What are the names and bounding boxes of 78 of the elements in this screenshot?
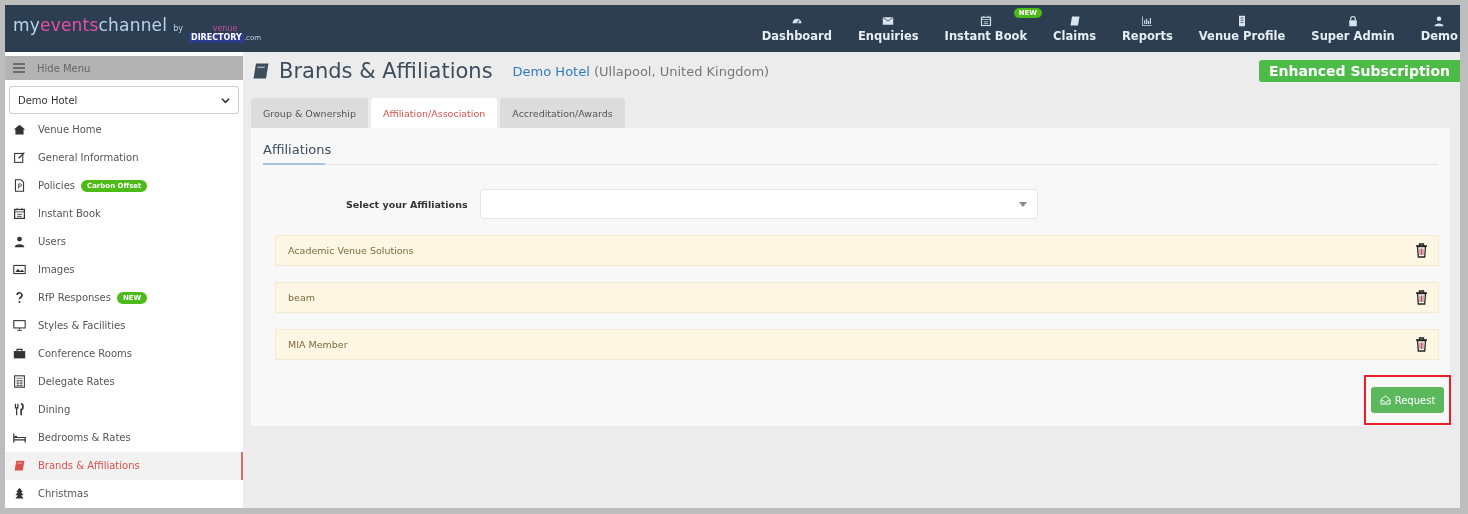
- chevron-down-icon: [221, 95, 230, 105]
- tab[interactable]: Group & Ownership: [251, 98, 369, 128]
- sidebar-item-label: Christmas: [38, 488, 89, 500]
- sidebar-item[interactable]: General Information: [5, 143, 243, 172]
- affiliation-name: MIA Member: [288, 339, 348, 350]
- sidebar-item-label: Bedrooms & Rates: [38, 432, 131, 444]
- question-icon: [13, 291, 26, 305]
- calculator-icon: [13, 375, 26, 389]
- nav-item[interactable]: Venue Profile: [1185, 5, 1299, 52]
- user-icon: [1433, 14, 1446, 27]
- sidebar-item-label: Styles & Facilities: [38, 320, 126, 332]
- briefcase-icon: [13, 347, 26, 361]
- affiliation-name: Academic Venue Solutions: [288, 245, 414, 256]
- sidebar-item-label: General Information: [38, 152, 139, 164]
- sidebar-item-label: RfP Responses: [38, 292, 111, 304]
- nav-item[interactable]: Super Admin: [1298, 5, 1408, 52]
- sidebar-item-label: Delegate Rates: [38, 376, 115, 388]
- book-icon: [13, 459, 26, 473]
- sidebar-item-label: Instant Book: [38, 208, 101, 220]
- brand-text: venue: [212, 24, 238, 33]
- calendar-icon: [13, 207, 26, 221]
- sidebar-item-label: Users: [38, 236, 66, 248]
- sidebar-item-label: Dining: [38, 404, 71, 416]
- brand-logo: DIRECTORY: [189, 32, 244, 43]
- field-label: Select your Affiliations: [346, 198, 468, 210]
- tree-icon: [13, 487, 26, 501]
- sidebar-item[interactable]: Conference Rooms: [5, 339, 243, 368]
- sidebar-item[interactable]: Bedrooms & Rates: [5, 423, 243, 452]
- lock-icon: [1347, 14, 1360, 27]
- sidebar-item[interactable]: Venue Home: [5, 115, 243, 144]
- sidebar-item-label: Images: [38, 264, 75, 276]
- edit-icon: [13, 151, 26, 165]
- file-icon: [13, 179, 26, 193]
- book-icon: [1068, 14, 1081, 27]
- nav-item[interactable]: Enquiries: [844, 5, 932, 52]
- logo-text: myeventschannel: [13, 14, 168, 35]
- venue-link[interactable]: Demo Hotel: [512, 63, 590, 79]
- section-heading: Affiliations: [263, 141, 333, 159]
- sidebar-item-label: Brands & Affiliations: [38, 460, 140, 472]
- sidebar-item[interactable]: Instant Book: [5, 199, 243, 228]
- book-icon: [251, 61, 271, 81]
- sidebar-item-label: Conference Rooms: [38, 348, 132, 360]
- chart-icon: [1141, 14, 1154, 27]
- monitor-icon: [13, 319, 26, 333]
- envelope-open-icon: [1379, 395, 1391, 405]
- trash-icon[interactable]: [1415, 290, 1428, 305]
- nav-item[interactable]: Dashboard: [748, 5, 845, 52]
- sidebar-item[interactable]: Styles & Facilities: [5, 311, 243, 340]
- venue-heading: Demo Hotel (Ullapool, United Kingdom): [512, 63, 770, 79]
- tab[interactable]: Affiliation/Association: [371, 98, 498, 128]
- sidebar-item[interactable]: Users: [5, 227, 243, 256]
- sidebar-item[interactable]: Brands & Affiliations: [5, 451, 243, 480]
- nav-item[interactable]: Reports: [1109, 5, 1186, 52]
- home-icon: [13, 123, 26, 137]
- user-icon: [13, 235, 26, 249]
- bed-icon: [13, 431, 26, 445]
- nav-item[interactable]: Demo: [1407, 5, 1460, 52]
- sidebar-item[interactable]: Christmas: [5, 479, 243, 508]
- logo-by-text: by: [173, 23, 183, 33]
- calendar-icon: [979, 14, 992, 27]
- tab[interactable]: Accreditation/Awards: [500, 98, 625, 128]
- nav-item[interactable]: Claims: [1040, 5, 1109, 52]
- menu-icon: [13, 63, 25, 74]
- subscription-badge: Enhanced Subscription: [1258, 60, 1460, 82]
- sidebar-item[interactable]: Delegate Rates: [5, 367, 243, 396]
- sidebar-item-label: Venue Home: [38, 124, 102, 136]
- affiliation-name: beam: [288, 292, 315, 303]
- cutlery-icon: [13, 403, 26, 417]
- trash-icon[interactable]: [1415, 243, 1428, 258]
- caret-icon: [1018, 201, 1027, 207]
- sidebar-item[interactable]: Dining: [5, 395, 243, 424]
- page-title: Brands & Affiliations: [279, 59, 493, 83]
- sidebar-item-label: Policies: [38, 180, 75, 192]
- sidebar-item[interactable]: Images: [5, 255, 243, 284]
- venue-select[interactable]: Demo Hotel: [9, 86, 239, 114]
- image-icon: [13, 263, 26, 277]
- envelope-icon: [882, 14, 895, 27]
- trash-icon[interactable]: [1415, 337, 1428, 352]
